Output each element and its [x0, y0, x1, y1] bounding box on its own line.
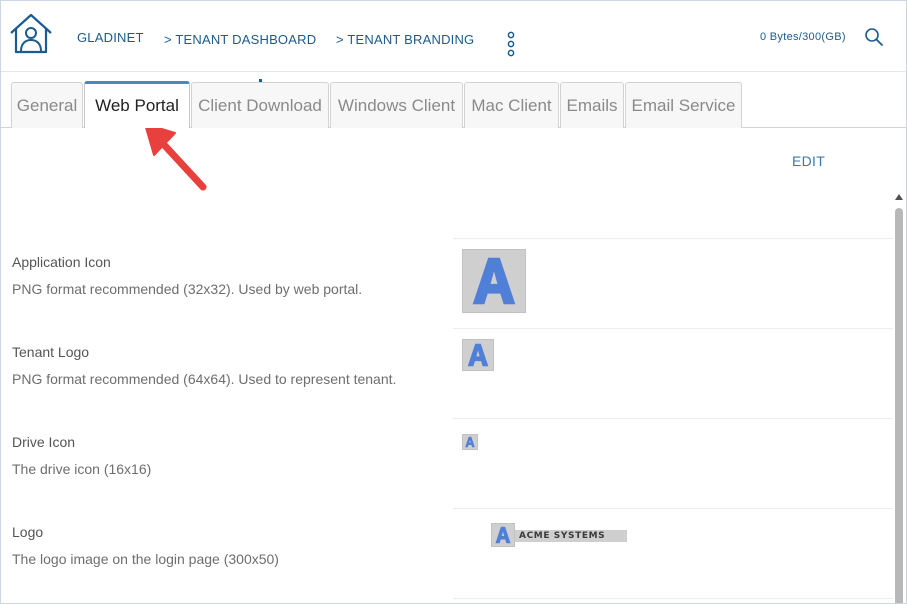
search-icon[interactable]: [864, 27, 884, 47]
row-divider: [453, 508, 893, 509]
application-icon-label: Application Icon: [12, 254, 111, 270]
app-frame: GLADINET > TENANT DASHBOARD > TENANT BRA…: [0, 0, 907, 604]
drive-icon-image[interactable]: [462, 434, 478, 450]
tab-emails[interactable]: Emails: [560, 82, 624, 128]
scroll-up-arrow-icon[interactable]: [895, 194, 903, 200]
tab-mac-client[interactable]: Mac Client: [464, 82, 559, 128]
tab-general[interactable]: General: [11, 82, 83, 128]
logo-label: Logo: [12, 524, 44, 540]
row-divider: [453, 418, 893, 419]
letter-a-icon: [465, 436, 475, 448]
more-vertical-icon[interactable]: [506, 31, 516, 57]
letter-a-icon: [467, 343, 489, 367]
row-divider: [453, 598, 893, 599]
scrollbar-thumb[interactable]: [895, 208, 903, 603]
brand-name[interactable]: GLADINET: [77, 30, 144, 45]
application-icon-image[interactable]: [462, 249, 526, 313]
annotation-arrow-icon: [144, 123, 207, 191]
tab-web-portal[interactable]: Web Portal: [84, 81, 190, 128]
letter-a-icon: [472, 257, 516, 305]
logo-text: ACME SYSTEMS: [519, 531, 606, 541]
tenant-logo-desc: PNG format recommended (64x64). Used to …: [12, 371, 397, 387]
tab-windows-client[interactable]: Windows Client: [330, 82, 463, 128]
login-logo-image[interactable]: ACME SYSTEMS: [491, 523, 631, 549]
logo-a-box: [491, 523, 515, 547]
top-header: GLADINET > TENANT DASHBOARD > TENANT BRA…: [1, 1, 906, 72]
logo-text-box: ACME SYSTEMS: [515, 530, 627, 542]
edit-link[interactable]: EDIT: [792, 153, 825, 169]
drive-icon-desc: The drive icon (16x16): [12, 461, 152, 477]
breadcrumb-tenant-branding[interactable]: > TENANT BRANDING: [336, 32, 474, 47]
tenant-logo-image[interactable]: [462, 339, 494, 371]
drive-icon-label: Drive Icon: [12, 434, 76, 450]
row-divider: [453, 238, 893, 239]
logo-desc: The logo image on the login page (300x50…: [12, 551, 279, 567]
home-icon[interactable]: [7, 11, 55, 55]
tab-bar: General Web Portal Client Download Windo…: [11, 81, 743, 128]
tenant-logo-label: Tenant Logo: [12, 344, 90, 360]
row-divider: [453, 328, 893, 329]
letter-a-icon: [495, 526, 511, 544]
storage-usage: 0 Bytes/300(GB): [760, 31, 846, 43]
tab-email-service[interactable]: Email Service: [625, 82, 742, 128]
breadcrumb-tenant-dashboard[interactable]: > TENANT DASHBOARD: [164, 32, 316, 47]
application-icon-desc: PNG format recommended (32x32). Used by …: [12, 281, 363, 297]
